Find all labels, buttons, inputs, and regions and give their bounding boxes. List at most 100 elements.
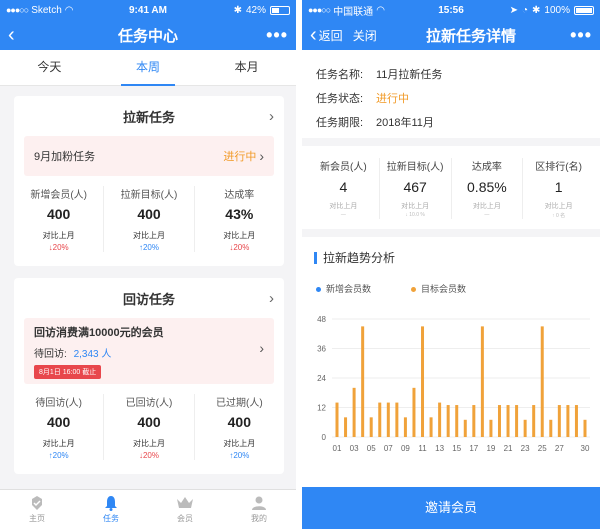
stat-compare: 对比上月 — [132, 439, 165, 448]
stat-change: ↑20% — [48, 451, 69, 460]
alarm-icon: ◔ — [521, 4, 529, 16]
metric-label: 区排行(名) — [535, 162, 582, 173]
metric-value: 4 — [339, 179, 348, 195]
back-chevron-icon[interactable]: ‹ — [310, 25, 317, 45]
chart-title: 拉新趋势分析 — [302, 237, 600, 266]
stat-value: 400 — [46, 414, 71, 430]
info-key: 任务名称: — [316, 69, 364, 81]
metric-compare: 对比上月 — [472, 203, 501, 210]
info-key: 任务状态: — [316, 93, 364, 105]
stat-value: 400 — [137, 414, 161, 430]
tab-tasks[interactable]: 任务 — [74, 490, 148, 529]
invite-member-button[interactable]: 邀请会员 — [302, 487, 600, 529]
carrier: Sketch — [31, 4, 62, 16]
stat-compare: 对比上月 — [42, 231, 75, 240]
legend-label: 新增会员数 — [326, 284, 372, 294]
bar-target-02 — [344, 417, 348, 437]
status-badge: 进行中 — [223, 151, 257, 163]
x-tick-label: 17 — [469, 444, 478, 453]
stat-change: ↓20% — [48, 243, 69, 252]
trend-chart-card: 拉新趋势分析 新增会员数 目标会员数 0 12 24 36 48 01 03 05 07 09 11… — [302, 237, 600, 497]
stat-value: 43% — [225, 206, 254, 222]
bar-target-09 — [403, 417, 407, 437]
stat-pending: 待回访(人) 400 对比上月 ↑20% — [14, 394, 105, 460]
stat-label: 已过期(人) — [215, 398, 263, 409]
battery-icon — [574, 5, 594, 15]
stat-expired: 已过期(人) 400 对比上月 ↑20% — [195, 394, 284, 460]
metric-change: ↓ 10.0 % — [405, 212, 425, 218]
bar-target-07 — [386, 402, 390, 437]
wifi-icon: ◠ — [376, 4, 385, 16]
stat-new-members: 新增会员(人) 400 对比上月 ↓20% — [14, 186, 105, 252]
stat-achievement-rate: 达成率 43% 对比上月 ↓20% — [195, 186, 284, 252]
legend-item-new: 新增会员数 — [316, 282, 371, 295]
close-button[interactable]: 关闭 — [353, 27, 377, 44]
more-icon[interactable]: ••• — [570, 26, 592, 44]
stat-change: ↑20% — [229, 451, 250, 460]
x-tick-label: 11 — [418, 444, 427, 453]
bar-target-06 — [378, 402, 382, 437]
recruit-task-header[interactable]: 拉新任务 › — [14, 96, 284, 136]
battery-percent: 100% — [544, 4, 570, 16]
trend-chart: 0 12 24 36 48 01 03 05 07 09 11 13 15 17 19 21 23 25 27 30 — [317, 315, 590, 453]
bluetooth-icon: ✱ — [233, 4, 242, 16]
metric-label: 拉新目标(人) — [386, 162, 444, 173]
stat-compare: 对比上月 — [223, 231, 256, 240]
x-tick-label: 15 — [452, 444, 461, 453]
tab-home[interactable]: 主页 — [0, 490, 74, 529]
bar-target-03 — [352, 387, 356, 437]
task-info: 任务名称: 11月拉新任务 任务状态: 进行中 任务期限: 2018年11月 — [302, 50, 600, 138]
bar-target-04 — [361, 326, 365, 437]
metric-change: — — [340, 212, 346, 218]
bell-icon — [105, 496, 117, 511]
tab-this-week[interactable]: 本周 — [99, 50, 198, 86]
tab-members[interactable]: 会员 — [148, 490, 222, 529]
nav-bar: ‹ 任务中心 ••• — [0, 20, 296, 50]
y-tick-label: 24 — [317, 374, 326, 383]
bar-target-17 — [472, 405, 476, 437]
tab-today[interactable]: 今天 — [0, 50, 99, 85]
legend-dot — [316, 287, 321, 293]
tab-profile[interactable]: 我的 — [222, 490, 296, 529]
legend-dot — [411, 287, 417, 293]
bar-target-08 — [395, 402, 399, 437]
legend-label: 目标会员数 — [421, 284, 467, 294]
bluetooth-icon: ✱ — [532, 4, 541, 16]
person-icon — [252, 496, 266, 510]
back-button[interactable]: 返回 — [319, 27, 343, 44]
stat-label: 达成率 — [224, 190, 255, 201]
x-tick-label: 09 — [401, 444, 410, 453]
task-center-screen: ●●●○○ Sketch ◠ 9:41 AM ✱ 42% ‹ 任务中心 ••• … — [0, 0, 296, 529]
recruit-task-card: 拉新任务 › 9月加粉任务 进行中 › 新增会员(人) 400 对比上月 ↓20… — [14, 96, 284, 266]
y-tick-label: 48 — [317, 315, 326, 324]
info-row-period: 任务期限: 2018年11月 — [316, 110, 586, 134]
stat-label: 已回访(人) — [125, 398, 173, 409]
back-chevron-icon[interactable]: ‹ — [8, 25, 15, 45]
metric-rate: 达成率 0.85% 对比上月 — — [452, 158, 524, 219]
bar-target-05 — [369, 417, 373, 437]
chevron-right-icon: › — [259, 340, 264, 356]
bar-target-01 — [335, 402, 339, 437]
revisit-task-item[interactable]: 回访消费满10000元的会员 待回访: 2,343 人 8月1日 16:00 截… — [24, 318, 274, 384]
more-icon[interactable]: ••• — [266, 26, 288, 44]
stat-label: 新增会员(人) — [30, 190, 87, 201]
revisit-task-header[interactable]: 回访任务 › — [14, 278, 284, 318]
signal-icon: ●●●○○ — [6, 5, 29, 15]
y-tick-label: 36 — [317, 345, 326, 354]
bar-target-15 — [455, 405, 459, 437]
bar-target-13 — [438, 402, 442, 437]
card-title: 拉新任务 — [122, 109, 175, 125]
bar-target-24 — [532, 405, 536, 437]
tab-this-month[interactable]: 本月 — [197, 50, 296, 85]
task-name: 9月加粉任务 — [34, 151, 96, 163]
task-item[interactable]: 9月加粉任务 进行中 › — [24, 136, 274, 176]
stat-compare: 对比上月 — [132, 231, 165, 240]
pending-count: 2,343 人 — [73, 348, 112, 360]
bar-target-20 — [497, 405, 501, 437]
wifi-icon: ◠ — [64, 4, 74, 16]
x-tick-label: 01 — [333, 444, 342, 453]
chart-title-text: 拉新趋势分析 — [323, 251, 396, 265]
x-tick-label: 05 — [367, 444, 376, 453]
metric-rank: 区排行(名) 1 对比上月 ↑ 0 名 — [523, 158, 594, 219]
metric-change: ↑ 0 名 — [552, 213, 566, 219]
